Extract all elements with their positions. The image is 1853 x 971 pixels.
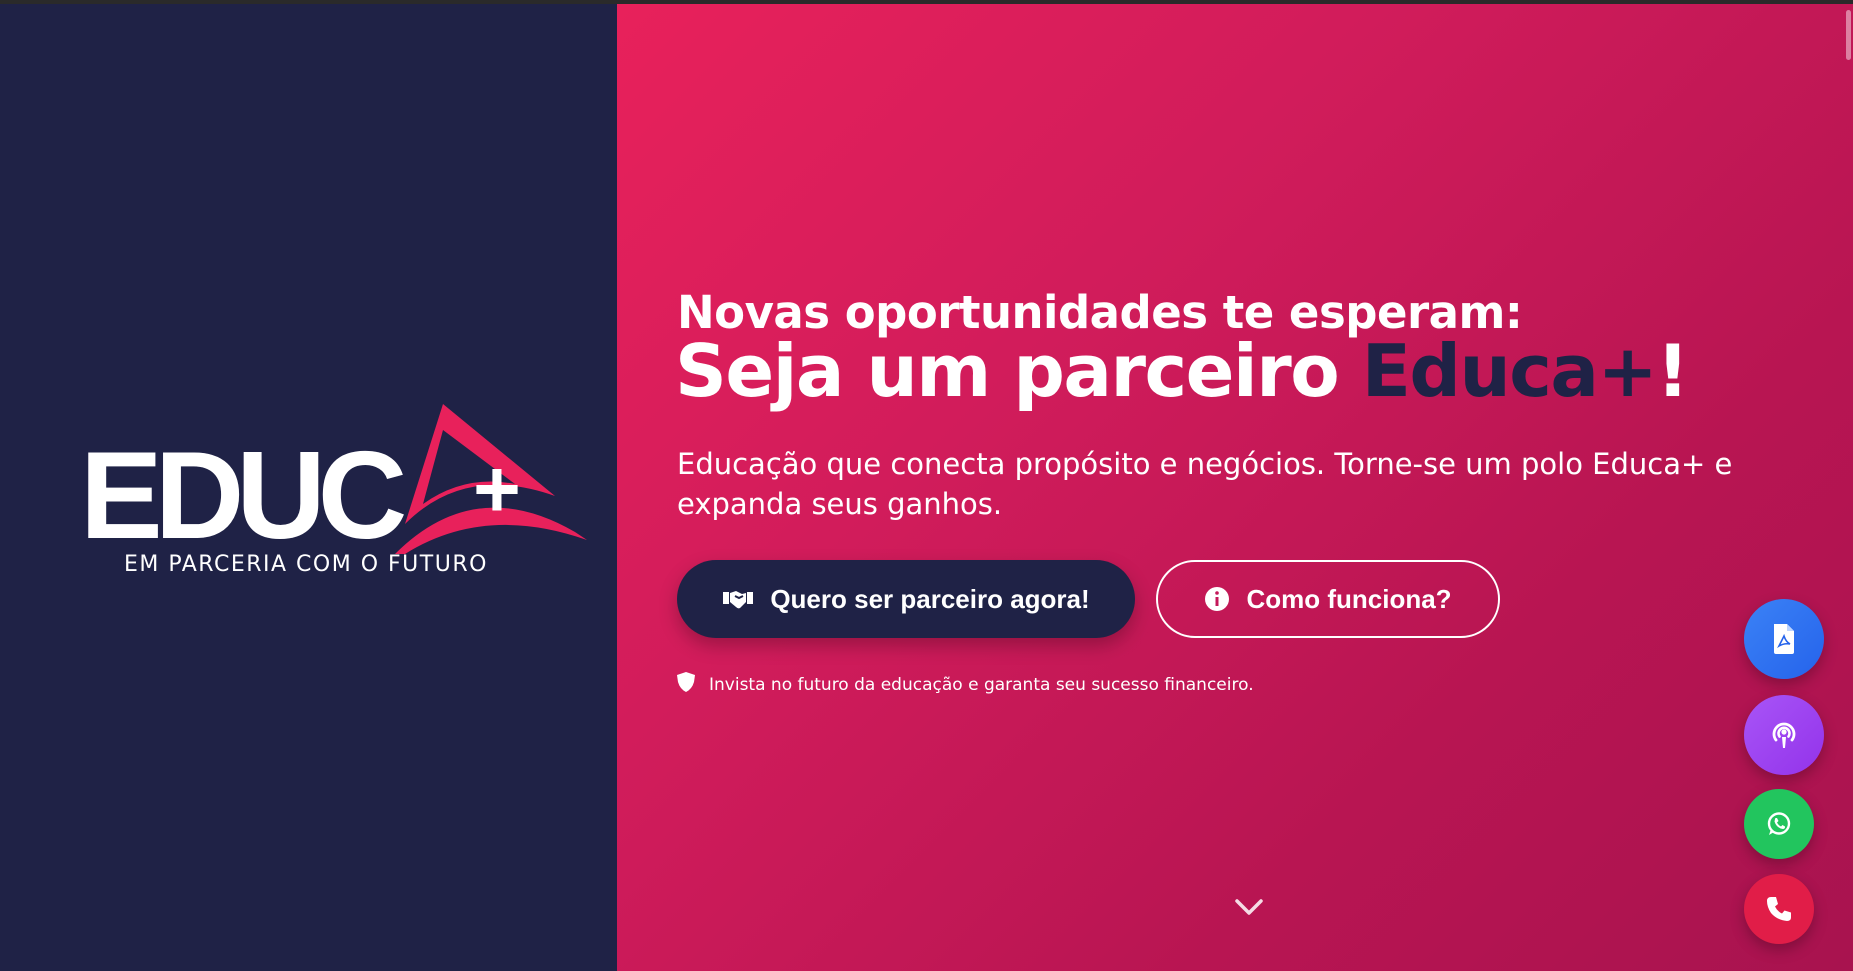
headline-brand-accent: Educa+ bbox=[1361, 329, 1658, 413]
logo-wordmark: EDUC bbox=[80, 427, 407, 565]
hero-headline: Seja um parceiro Educa+! bbox=[675, 333, 1689, 410]
file-pdf-icon bbox=[1774, 624, 1794, 654]
how-it-works-label: Como funciona? bbox=[1246, 583, 1452, 614]
phone-button[interactable] bbox=[1744, 874, 1814, 944]
podcast-icon bbox=[1772, 722, 1796, 748]
investment-note: Invista no futuro da educação e garanta … bbox=[677, 672, 1254, 697]
educa-logo[interactable]: EDUC + EM PARCERIA COM O FUTURO bbox=[70, 404, 587, 584]
hero-lead: Educação que conecta propósito e negócio… bbox=[677, 447, 1733, 521]
headline-exclamation: ! bbox=[1656, 329, 1689, 413]
shield-icon bbox=[677, 672, 695, 697]
logo-plus: + bbox=[473, 444, 521, 535]
become-partner-button[interactable]: Quero ser parceiro agora! bbox=[677, 560, 1135, 638]
brand-panel: EDUC + EM PARCERIA COM O FUTURO bbox=[0, 4, 617, 971]
logo-tagline: EM PARCERIA COM O FUTURO bbox=[124, 552, 488, 577]
headline-text: Seja um parceiro bbox=[675, 329, 1362, 413]
become-partner-label: Quero ser parceiro agora! bbox=[770, 583, 1090, 614]
scrollbar-thumb[interactable] bbox=[1846, 10, 1851, 60]
chevron-down-icon[interactable] bbox=[1233, 895, 1265, 919]
investment-note-text: Invista no futuro da educação e garanta … bbox=[709, 674, 1254, 695]
whatsapp-icon bbox=[1767, 812, 1791, 835]
phone-icon bbox=[1767, 897, 1791, 921]
whatsapp-button[interactable] bbox=[1744, 789, 1814, 859]
podcast-button[interactable] bbox=[1744, 695, 1824, 775]
how-it-works-button[interactable]: Como funciona? bbox=[1156, 560, 1500, 638]
handshake-icon bbox=[722, 588, 754, 610]
pdf-button[interactable] bbox=[1744, 599, 1824, 679]
hero-section: Novas oportunidades te esperam: Seja um … bbox=[617, 4, 1853, 971]
info-circle-icon bbox=[1204, 586, 1230, 612]
